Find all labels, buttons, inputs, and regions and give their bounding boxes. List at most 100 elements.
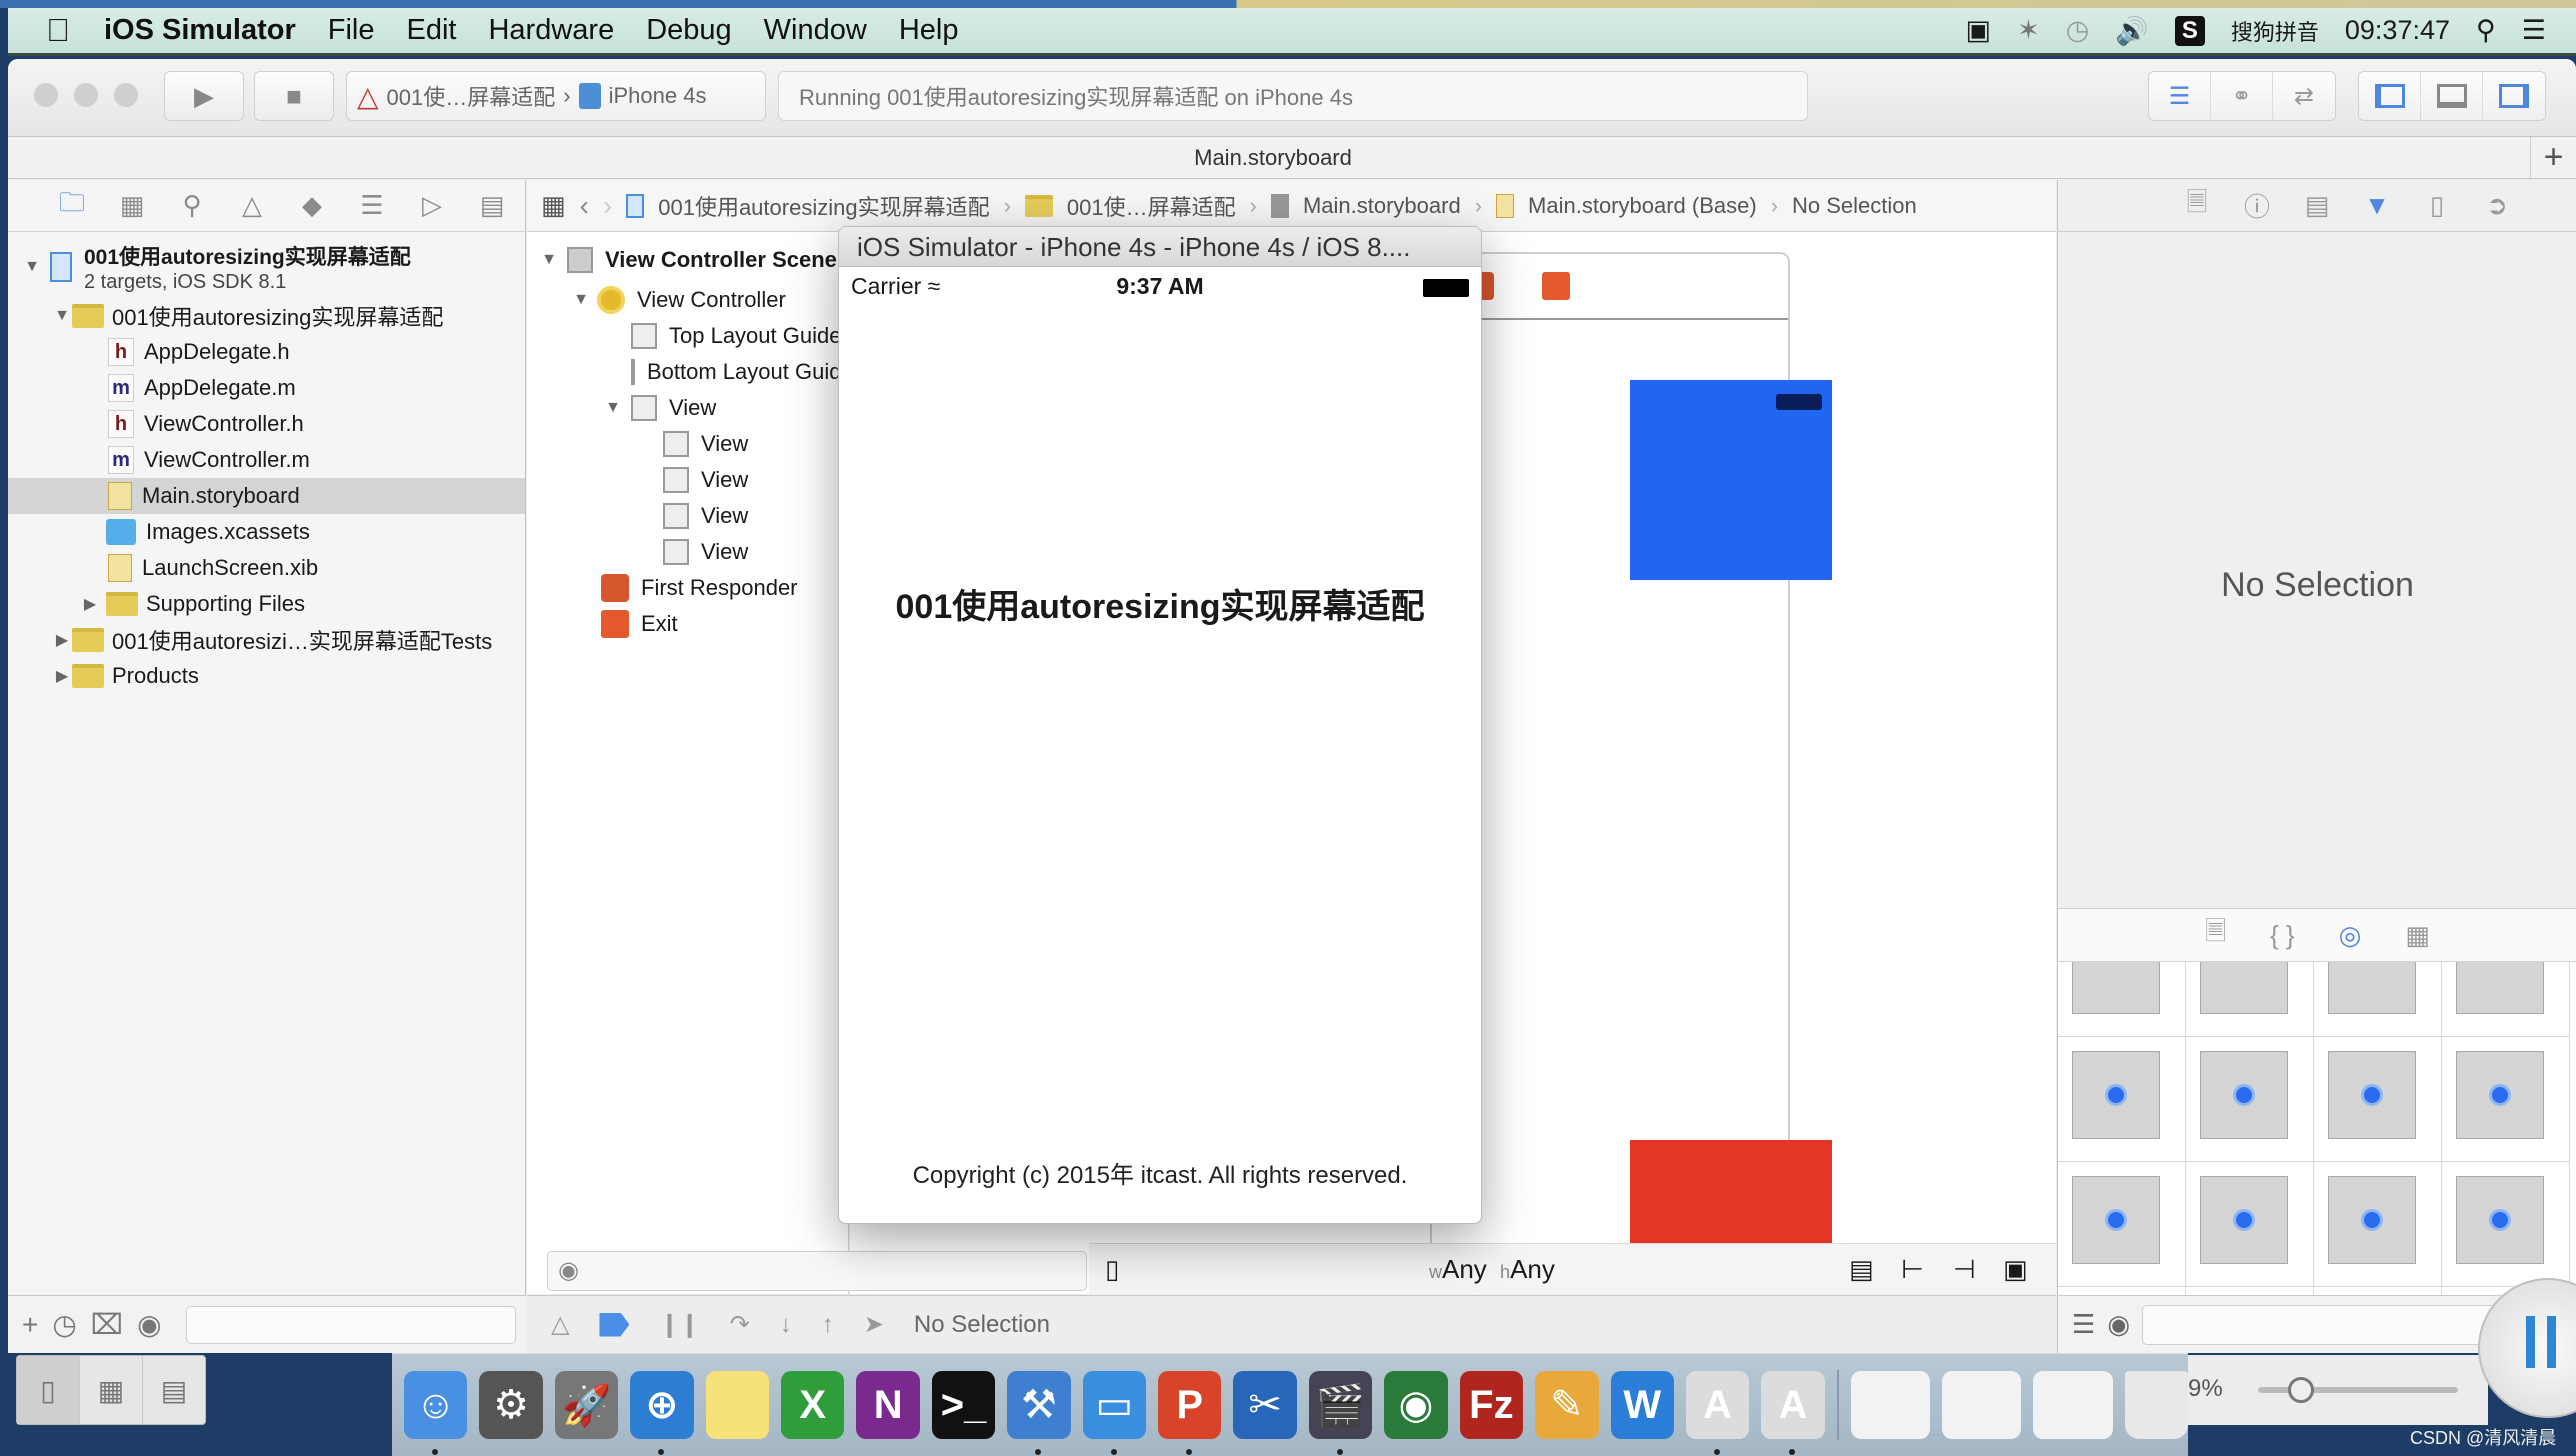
device-name[interactable]: iPhone 4s bbox=[609, 83, 707, 109]
library-item[interactable] bbox=[2058, 962, 2186, 1037]
project-navigator-icon[interactable]: 🗀 bbox=[42, 184, 102, 228]
pause-icon[interactable]: ❙❙ bbox=[659, 1310, 699, 1339]
dock-simulator-icon[interactable]: ▭ bbox=[1082, 1371, 1147, 1455]
input-method-label[interactable]: 搜狗拼音 bbox=[2231, 15, 2319, 47]
library-item[interactable] bbox=[2314, 962, 2442, 1037]
stop-button[interactable]: ■ bbox=[254, 71, 334, 121]
issue-navigator-icon[interactable]: △ bbox=[222, 190, 282, 221]
menu-help[interactable]: Help bbox=[883, 14, 975, 47]
connections-inspector-icon[interactable]: ➲ bbox=[2482, 190, 2512, 221]
crumb-file[interactable]: Main.storyboard bbox=[1303, 193, 1461, 219]
scheme-name[interactable]: 001使…屏幕适配 bbox=[387, 80, 556, 112]
size-class-control[interactable]: wAny hAny bbox=[1429, 1254, 1555, 1285]
tree-item[interactable]: ▼ 001使用autoresizing实现屏幕适配 bbox=[8, 298, 525, 334]
disclosure-triangle-icon[interactable]: ▼ bbox=[571, 291, 591, 309]
dock-onenote-icon[interactable]: N bbox=[856, 1371, 920, 1439]
menu-edit[interactable]: Edit bbox=[391, 14, 473, 47]
blue-view[interactable] bbox=[1630, 380, 1832, 580]
dock-stack-1-icon[interactable] bbox=[1850, 1371, 1930, 1439]
scm-filter-icon[interactable]: ⌧ bbox=[91, 1308, 123, 1341]
volume-icon[interactable]: 🔊 bbox=[2115, 15, 2149, 47]
library-item[interactable] bbox=[2442, 1162, 2570, 1287]
dock-stack-2-icon[interactable] bbox=[1941, 1371, 2022, 1439]
resolve-issues-icon[interactable]: ⊣ bbox=[1953, 1254, 1976, 1285]
report-navigator-icon[interactable]: ▤ bbox=[462, 190, 522, 221]
menu-clock[interactable]: 09:37:47 bbox=[2345, 15, 2450, 46]
version-editor-icon[interactable]: ⇄ bbox=[2273, 72, 2335, 120]
dock-word-icon[interactable]: W bbox=[1610, 1371, 1674, 1439]
find-navigator-icon[interactable]: ⚲ bbox=[162, 190, 222, 221]
disclosure-triangle-icon[interactable]: ▼ bbox=[603, 399, 623, 417]
tree-item[interactable]: m ViewController.m bbox=[8, 442, 525, 478]
outline-item[interactable]: First Responder bbox=[527, 570, 848, 606]
dock-launchpad-icon[interactable]: 🚀 bbox=[554, 1371, 619, 1439]
debug-area-toggle-icon[interactable] bbox=[2421, 72, 2483, 120]
tab-main-storyboard[interactable]: Main.storyboard bbox=[8, 145, 2538, 171]
quick-help-icon[interactable]: ⓘ bbox=[2242, 187, 2272, 224]
scheme-selector[interactable]: △ 001使…屏幕适配 › iPhone 4s bbox=[346, 71, 766, 121]
menu-window[interactable]: Window bbox=[748, 14, 883, 47]
dock-finder-icon[interactable]: ☺ bbox=[404, 1371, 468, 1455]
tree-item[interactable]: h AppDelegate.h bbox=[8, 334, 525, 370]
media-library-icon[interactable]: ▦ bbox=[2405, 920, 2430, 951]
add-tab-button[interactable]: + bbox=[2530, 137, 2576, 179]
project-root[interactable]: ▼ 001使用autoresizing实现屏幕适配 2 targets, iOS… bbox=[8, 236, 525, 298]
size-inspector-icon[interactable]: ▯ bbox=[2422, 190, 2452, 221]
tree-item[interactable]: h ViewController.h bbox=[8, 406, 525, 442]
crumb-selection[interactable]: No Selection bbox=[1792, 193, 1917, 219]
dock-instruments-icon[interactable]: A bbox=[1761, 1371, 1825, 1455]
crumb-group[interactable]: 001使…屏幕适配 bbox=[1067, 190, 1236, 222]
library-item[interactable] bbox=[2186, 962, 2314, 1037]
library-item[interactable] bbox=[2314, 1037, 2442, 1162]
add-file-button[interactable]: + bbox=[22, 1309, 38, 1341]
outline-item[interactable]: Exit bbox=[527, 606, 848, 642]
dock-trash-icon[interactable] bbox=[2124, 1371, 2188, 1439]
notification-center-icon[interactable]: ☰ bbox=[2522, 15, 2546, 46]
outline-item[interactable]: View bbox=[527, 426, 848, 462]
time-machine-icon[interactable]: ◷ bbox=[2066, 15, 2090, 46]
dock-instruments-icon[interactable]: A bbox=[1685, 1371, 1750, 1455]
outline-item[interactable]: Bottom Layout Guide bbox=[527, 354, 848, 390]
dock-notes-icon[interactable] bbox=[705, 1371, 770, 1439]
disclosure-triangle-icon[interactable]: ▼ bbox=[22, 258, 42, 276]
dock-video-icon[interactable]: 🎬 bbox=[1308, 1371, 1373, 1455]
breakpoints-toggle-icon[interactable] bbox=[599, 1312, 630, 1337]
library-item[interactable]: ‹ Title bbox=[2058, 1287, 2186, 1295]
file-template-library-icon[interactable]: 🗏 bbox=[2205, 913, 2226, 957]
symbol-navigator-icon[interactable]: ▦ bbox=[102, 190, 162, 221]
standard-editor-icon[interactable]: ☰ bbox=[2149, 72, 2211, 120]
disclosure-triangle-icon[interactable]: ▶ bbox=[52, 666, 72, 686]
outline-toggle-icon[interactable]: ▯ bbox=[1105, 1254, 1119, 1285]
crumb-localization[interactable]: Main.storyboard (Base) bbox=[1528, 193, 1757, 219]
dock-filezilla-icon[interactable]: Fz bbox=[1459, 1371, 1524, 1439]
location-icon[interactable]: ➤ bbox=[864, 1310, 884, 1339]
outline-item[interactable]: View bbox=[527, 462, 848, 498]
dock-transmit-icon[interactable]: ◉ bbox=[1384, 1371, 1448, 1439]
screen-record-icon[interactable]: ▣ bbox=[1966, 15, 1992, 46]
crumb-project[interactable]: 001使用autoresizing实现屏幕适配 bbox=[658, 190, 989, 222]
menu-debug[interactable]: Debug bbox=[630, 14, 747, 47]
disclosure-triangle-icon[interactable]: ▼ bbox=[52, 307, 72, 325]
recent-files-icon[interactable]: ◷ bbox=[52, 1308, 76, 1341]
disclosure-triangle-icon[interactable]: ▶ bbox=[80, 594, 100, 614]
back-button[interactable]: ‹ bbox=[580, 190, 589, 222]
code-snippet-library-icon[interactable]: { } bbox=[2270, 920, 2295, 951]
tree-item-selected[interactable]: Main.storyboard bbox=[8, 478, 525, 514]
tree-item[interactable]: m AppDelegate.m bbox=[8, 370, 525, 406]
resizing-icon[interactable]: ▣ bbox=[2003, 1254, 2028, 1285]
spotlight-icon[interactable]: ⚲ bbox=[2476, 15, 2496, 46]
file-inspector-icon[interactable]: 🗏 bbox=[2182, 184, 2212, 228]
simulator-title-bar[interactable]: iOS Simulator - iPhone 4s - iPhone 4s / … bbox=[839, 227, 1481, 267]
navigator-toggle-icon[interactable] bbox=[2359, 72, 2421, 120]
exit-icon[interactable] bbox=[1542, 272, 1570, 300]
step-over-icon[interactable]: ↷ bbox=[730, 1310, 750, 1339]
library-item[interactable] bbox=[2186, 1162, 2314, 1287]
navigator-filter-input[interactable] bbox=[185, 1305, 516, 1344]
hide-debug-area-icon[interactable]: △ bbox=[551, 1310, 569, 1339]
debug-navigator-icon[interactable]: ☰ bbox=[342, 190, 402, 221]
tree-item[interactable]: ▶ 001使用autoresizi…实现屏幕适配Tests bbox=[8, 622, 525, 658]
dock-excel-icon[interactable]: X bbox=[781, 1371, 845, 1439]
presentation-icon[interactable]: ▤ bbox=[143, 1356, 205, 1424]
apple-menu-icon[interactable]:  bbox=[28, 12, 88, 49]
step-out-icon[interactable]: ↑ bbox=[822, 1311, 834, 1339]
